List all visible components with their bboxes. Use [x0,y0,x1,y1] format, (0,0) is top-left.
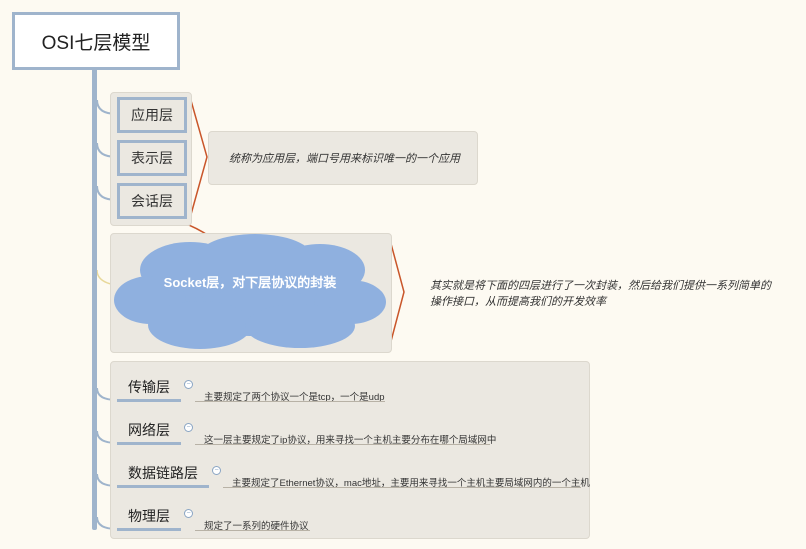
topic-underline [117,485,209,488]
layer-datalink[interactable]: 数据链路层 [128,463,198,483]
socket-note-line: 其实就是将下面的四层进行了一次封装，然后给我们提供一系列简单的 [430,280,771,292]
topic-underline [117,528,181,531]
cloud-shape [114,234,386,349]
collapse-icon[interactable]: − [184,380,193,389]
socket-label: Socket层，对下层协议的封装 [163,275,337,290]
collapse-icon[interactable]: − [184,423,193,432]
desc-underline [195,444,490,445]
collapse-icon[interactable]: − [212,466,221,475]
socket-note-line: 操作接口，从而提高我们的开发效率 [430,296,606,308]
socket-note[interactable]: 其实就是将下面的四层进行了一次封装，然后给我们提供一系列简单的 操作接口，从而提… [430,278,780,310]
desc-underline [195,401,385,402]
lower-layers-group [110,361,590,539]
layer-transport[interactable]: 传输层 [128,377,170,397]
topic-underline [117,399,181,402]
topic-underline [117,442,181,445]
desc-underline [223,487,581,488]
layer-network[interactable]: 网络层 [128,420,170,440]
collapse-icon[interactable]: − [184,509,193,518]
layer-physical[interactable]: 物理层 [128,506,170,526]
desc-underline [195,530,310,531]
